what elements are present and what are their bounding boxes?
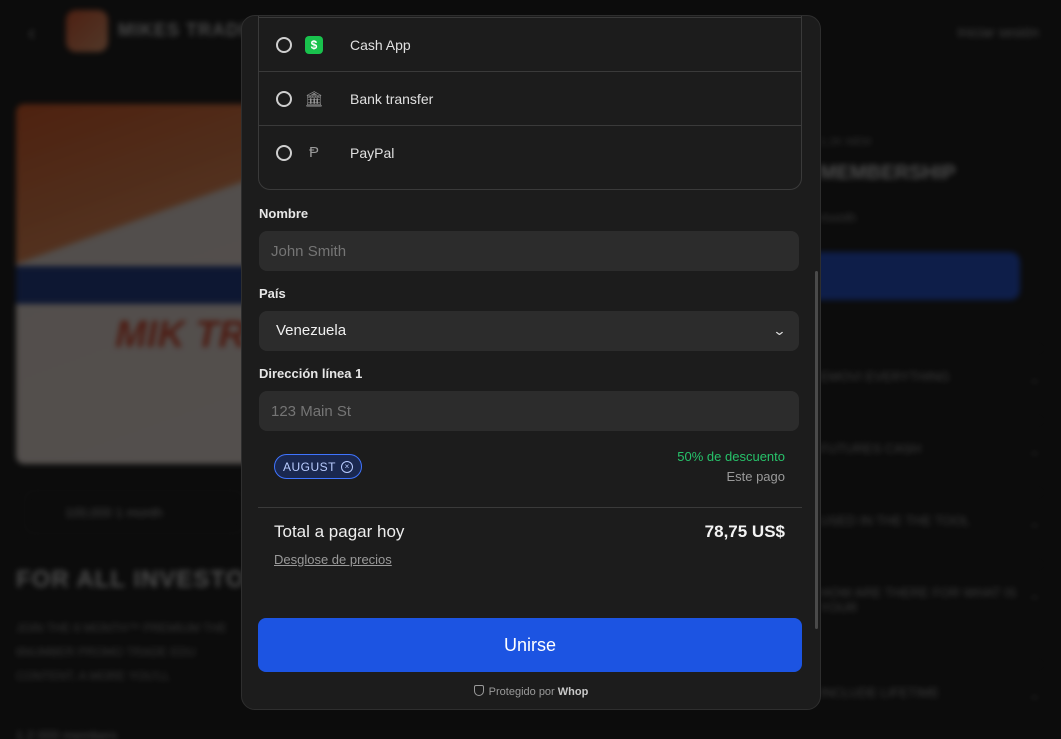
discount-text: 50% de descuento — [677, 449, 785, 464]
remove-coupon-icon[interactable]: × — [341, 460, 354, 473]
country-select[interactable]: Venezuela ⌄ — [259, 311, 799, 351]
modal-scrollbar[interactable] — [815, 271, 818, 629]
whop-brand: Whop — [557, 686, 589, 698]
cash-app-icon: $ — [305, 35, 323, 54]
bank-icon: 🏛 — [304, 90, 324, 108]
coupon-badge: AUGUST × — [274, 454, 363, 479]
payment-option-cash-app[interactable]: $ Cash App — [259, 17, 801, 71]
payment-option-label: Cash App — [350, 36, 411, 53]
paypal-icon: Ᵽ — [308, 144, 319, 161]
radio-button[interactable] — [276, 36, 292, 53]
country-value: Venezuela — [276, 322, 347, 339]
price-breakdown-link[interactable]: Desglose de precios — [274, 552, 392, 567]
discount-note: Este pago — [726, 469, 785, 484]
address-label: Dirección línea 1 — [259, 366, 363, 381]
total-label: Total a pagar hoy — [274, 522, 405, 541]
protected-by-footer: Protegido por Whop — [242, 685, 820, 698]
payment-option-label: PayPal — [350, 144, 395, 161]
payment-option-label: Bank transfer — [350, 90, 434, 107]
payment-method-list: $ Cash App 🏛 Bank transfer Ᵽ PayPal — [258, 16, 802, 190]
checkout-modal: $ Cash App 🏛 Bank transfer Ᵽ PayPal Nomb… — [241, 15, 821, 710]
join-button[interactable]: Unirse — [258, 618, 802, 672]
shield-icon — [473, 685, 484, 696]
radio-button[interactable] — [276, 90, 292, 107]
payment-option-bank-transfer[interactable]: 🏛 Bank transfer — [259, 71, 801, 125]
chevron-down-icon: ⌄ — [772, 323, 787, 338]
divider — [258, 507, 802, 508]
radio-button[interactable] — [276, 144, 292, 161]
name-field[interactable] — [259, 231, 799, 271]
name-label: Nombre — [259, 206, 309, 221]
coupon-code: AUGUST — [283, 459, 337, 474]
total-value: 78,75 US$ — [704, 522, 785, 541]
address-line1-field[interactable] — [259, 391, 799, 431]
protected-text: Protegido por — [488, 686, 555, 698]
payment-option-paypal[interactable]: Ᵽ PayPal — [259, 125, 801, 179]
country-label: País — [259, 286, 286, 301]
